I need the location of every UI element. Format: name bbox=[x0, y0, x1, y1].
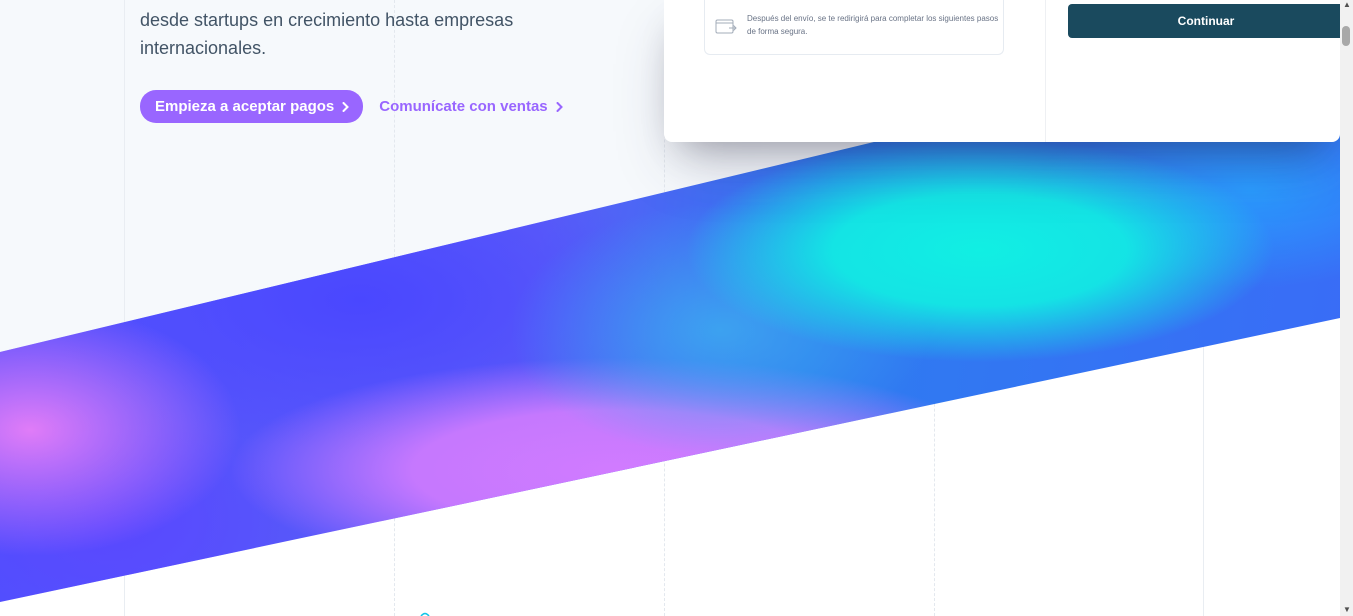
hero-description: desde startups en crecimiento hasta empr… bbox=[140, 10, 514, 58]
contact-sales-link[interactable]: Comunícate con ventas bbox=[379, 98, 563, 115]
chevron-right-icon bbox=[342, 99, 350, 115]
redirect-notice-box: Después del envío, se te redirigirá para… bbox=[704, 0, 1004, 55]
vertical-scrollbar[interactable]: ▲ ▼ bbox=[1340, 0, 1353, 616]
start-accepting-payments-label: Empieza a aceptar pagos bbox=[155, 98, 335, 115]
payment-form-card: Después del envío, se te redirigirá para… bbox=[664, 0, 1344, 142]
browser-redirect-icon bbox=[715, 19, 737, 35]
continue-button[interactable]: Continuar bbox=[1068, 4, 1344, 38]
redirect-notice-text: Después del envío, se te redirigirá para… bbox=[747, 14, 999, 36]
scroll-down-arrow-icon[interactable]: ▼ bbox=[1343, 605, 1351, 614]
card-divider bbox=[1045, 0, 1046, 142]
cta-row: Empieza a aceptar pagos Comunícate con v… bbox=[140, 90, 563, 123]
contact-sales-label: Comunícate con ventas bbox=[379, 98, 548, 115]
scrollbar-thumb[interactable] bbox=[1342, 26, 1350, 46]
chevron-right-icon bbox=[556, 99, 563, 115]
scroll-up-arrow-icon[interactable]: ▲ bbox=[1343, 0, 1351, 9]
start-accepting-payments-button[interactable]: Empieza a aceptar pagos bbox=[140, 90, 364, 123]
decorative-mark-icon bbox=[420, 612, 430, 616]
